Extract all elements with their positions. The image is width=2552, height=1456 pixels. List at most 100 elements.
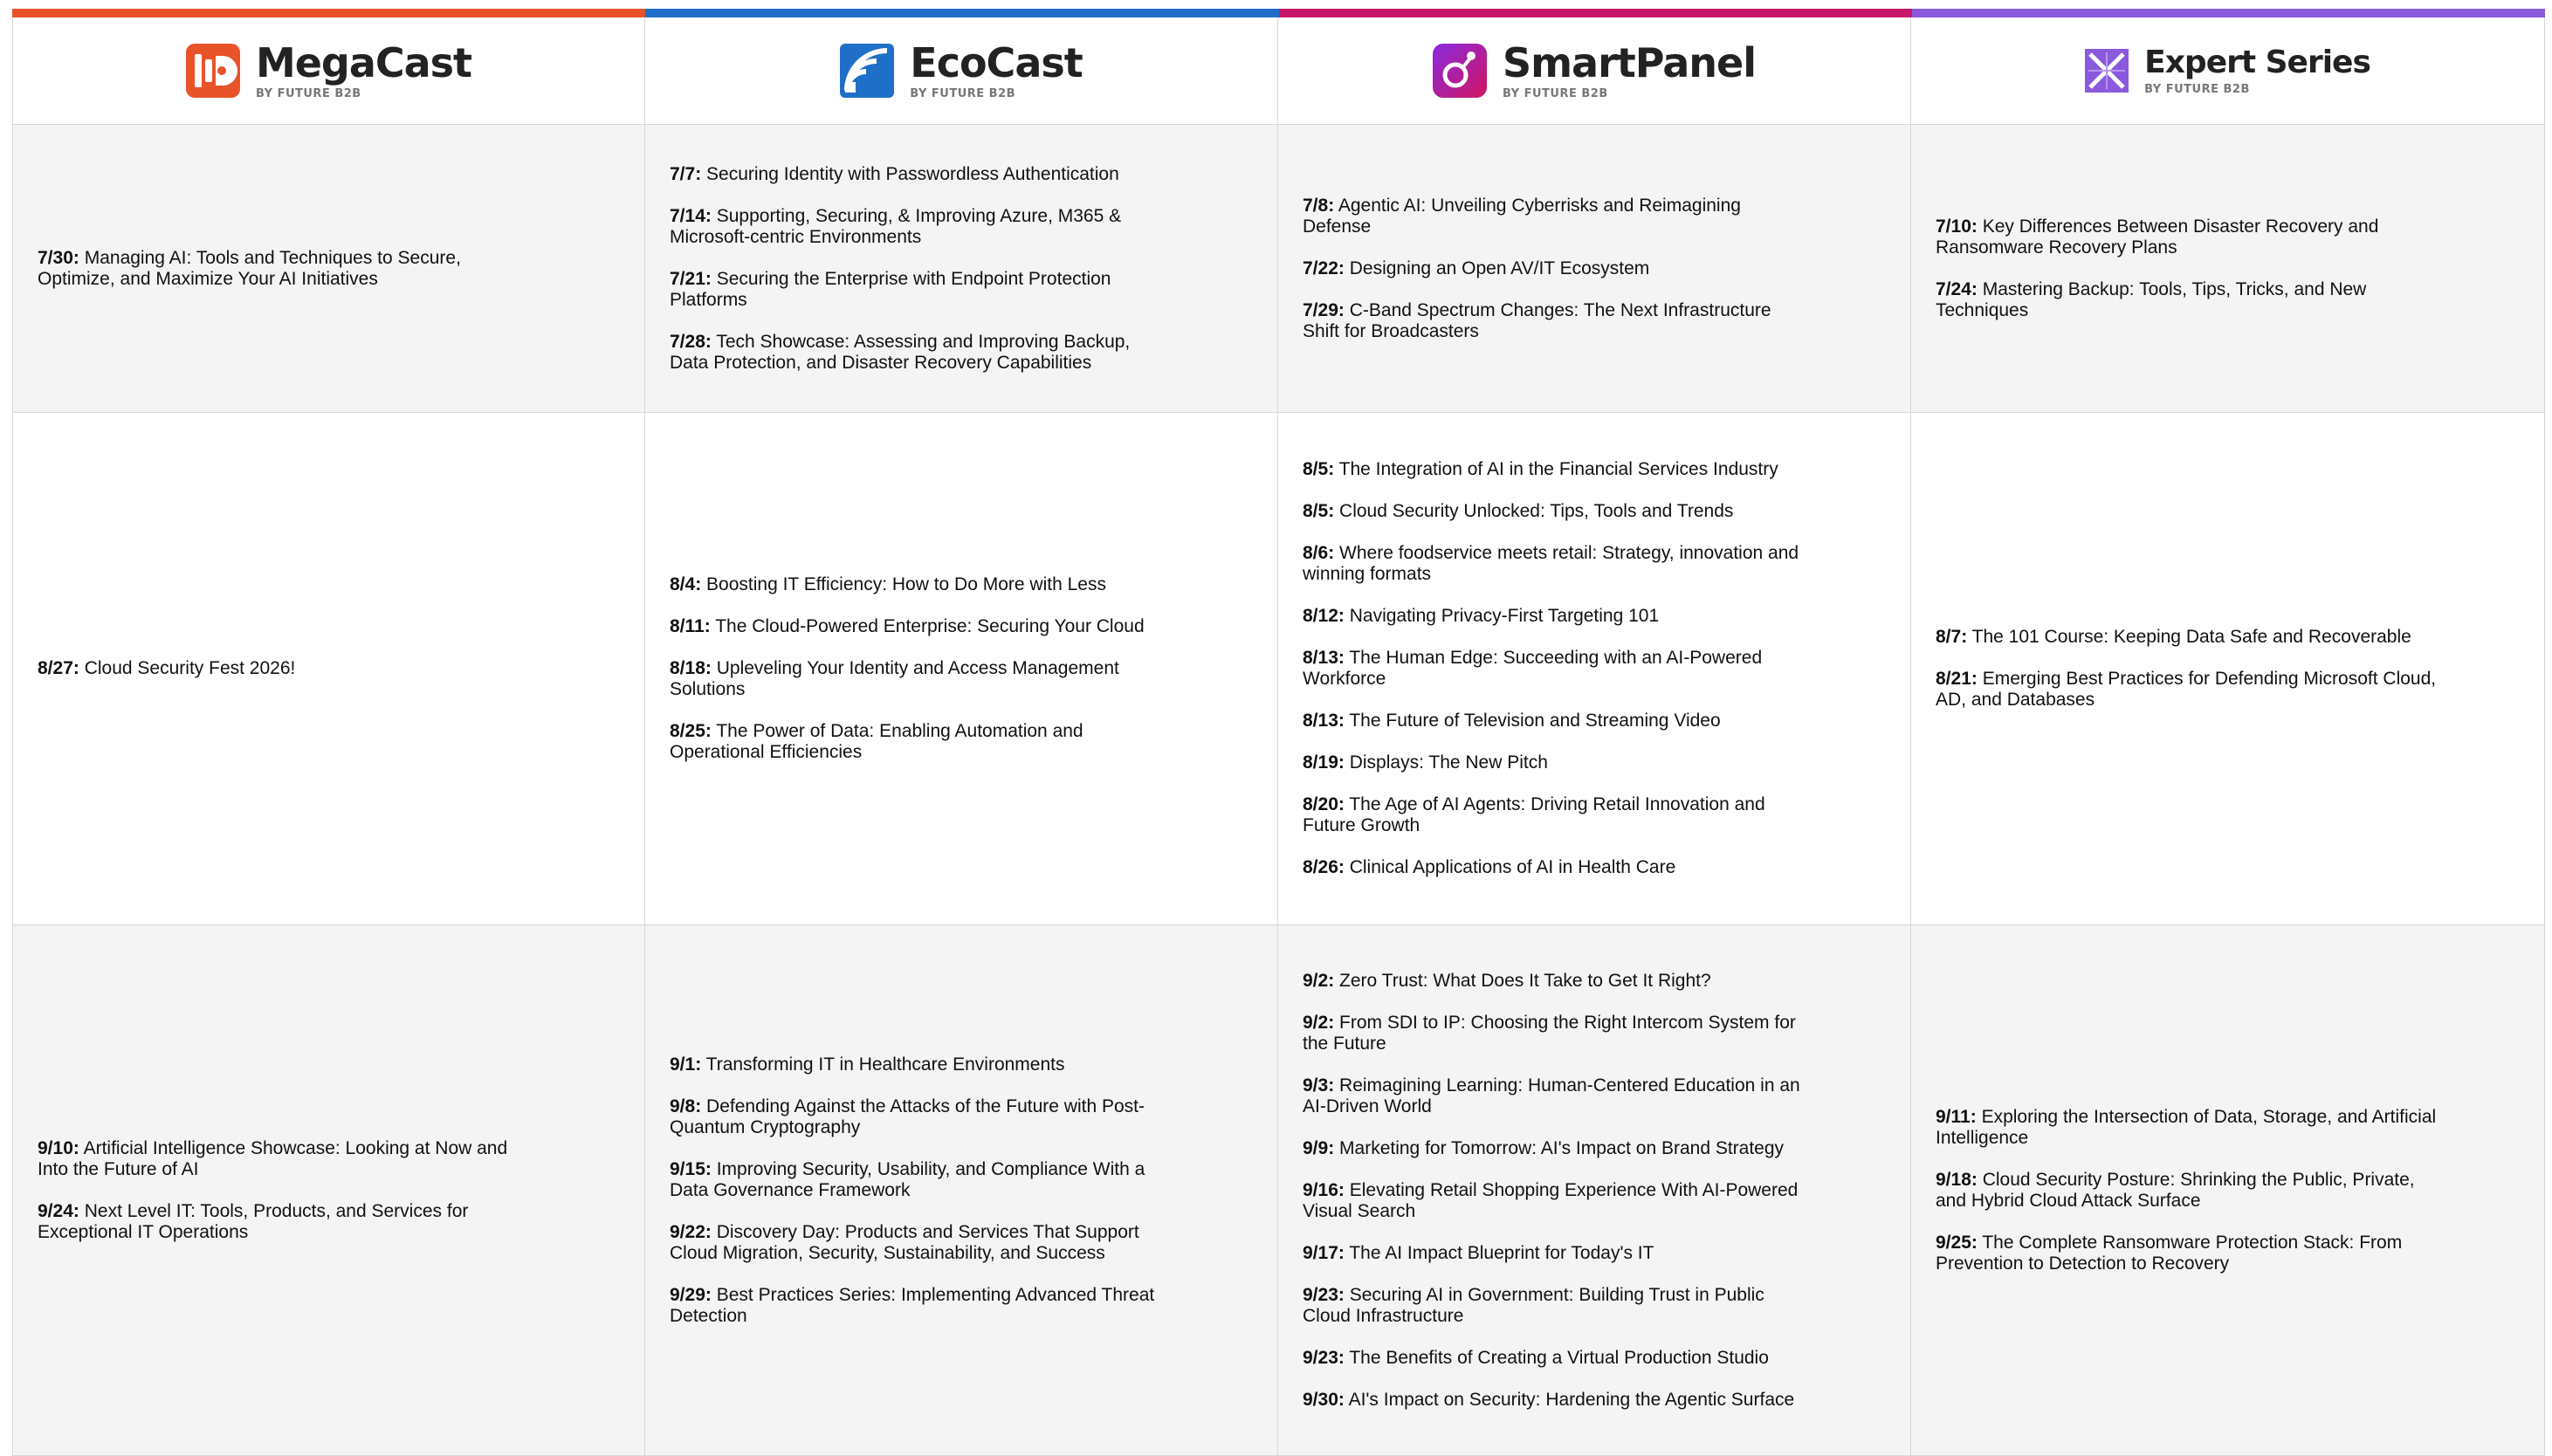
event-date: 9/1: [670, 1054, 702, 1075]
smartpanel-events-cell: 8/5: The Integration of AI in the Financ… [1278, 413, 1911, 925]
event-date: 8/6: [1303, 543, 1335, 563]
event-title: Tech Showcase: Assessing and Improving B… [670, 331, 1131, 373]
event-date: 7/21: [670, 268, 712, 289]
expert-series-color-strip [1911, 9, 2545, 17]
event-date: 8/5: [1303, 459, 1335, 479]
event-date: 9/23: [1303, 1284, 1345, 1305]
event-date: 9/2: [1303, 1012, 1335, 1033]
event-date: 9/3: [1303, 1075, 1335, 1095]
event-date: 9/29: [670, 1284, 712, 1305]
event-item: 9/22: Discovery Day: Products and Servic… [670, 1222, 1173, 1264]
event-date: 9/18: [1936, 1169, 1978, 1190]
event-title: Securing the Enterprise with Endpoint Pr… [670, 268, 1111, 310]
event-item: 7/30: Managing AI: Tools and Techniques … [38, 248, 540, 290]
event-title: The Cloud-Powered Enterprise: Securing Y… [715, 616, 1145, 636]
event-title: Cloud Security Fest 2026! [84, 658, 296, 678]
event-date: 7/30: [38, 247, 79, 268]
event-item: 8/11: The Cloud-Powered Enterprise: Secu… [670, 616, 1173, 637]
event-title: Next Level IT: Tools, Products, and Serv… [38, 1200, 469, 1242]
event-date: 8/7: [1936, 627, 1968, 647]
ecocast-logo-icon [840, 44, 895, 98]
event-date: 8/27: [38, 658, 79, 678]
event-item: 9/25: The Complete Ransomware Protection… [1936, 1233, 2439, 1274]
event-date: 8/13: [1303, 648, 1345, 668]
event-item: 9/23: Securing AI in Government: Buildin… [1303, 1285, 1806, 1327]
event-title: From SDI to IP: Choosing the Right Inter… [1303, 1012, 1796, 1054]
event-item: 8/5: The Integration of AI in the Financ… [1303, 459, 1806, 480]
event-item: 7/28: Tech Showcase: Assessing and Impro… [670, 332, 1173, 374]
expert-series-events-cell: 9/11: Exploring the Intersection of Data… [1911, 925, 2545, 1456]
event-date: 8/4: [670, 574, 702, 594]
event-date: 9/22: [670, 1221, 712, 1242]
event-date: 7/14: [670, 205, 712, 226]
event-title: The Human Edge: Succeeding with an AI-Po… [1303, 648, 1763, 689]
event-item: 9/9: Marketing for Tomorrow: AI's Impact… [1303, 1138, 1806, 1159]
megacast-events-cell: 9/10: Artificial Intelligence Showcase: … [12, 925, 645, 1456]
smartpanel-brand: SmartPanel BY FUTURE B2B [1432, 38, 1757, 100]
event-item: 8/13: The Future of Television and Strea… [1303, 711, 1806, 731]
smartpanel-events-cell: 7/8: Agentic AI: Unveiling Cyberrisks an… [1278, 125, 1911, 413]
event-item: 7/24: Mastering Backup: Tools, Tips, Tri… [1936, 279, 2439, 321]
event-item: 9/8: Defending Against the Attacks of th… [670, 1096, 1173, 1138]
event-title: The AI Impact Blueprint for Today's IT [1349, 1242, 1654, 1263]
event-title: Cloud Security Unlocked: Tips, Tools and… [1339, 501, 1734, 521]
event-date: 9/24: [38, 1200, 79, 1221]
event-date: 9/15: [670, 1158, 712, 1179]
event-title: Securing AI in Government: Building Trus… [1303, 1284, 1764, 1326]
event-item: 8/6: Where foodservice meets retail: Str… [1303, 543, 1806, 585]
event-title: AI's Impact on Security: Hardening the A… [1348, 1389, 1795, 1410]
event-item: 9/30: AI's Impact on Security: Hardening… [1303, 1390, 1806, 1411]
megacast-color-strip [12, 9, 646, 17]
event-title: Supporting, Securing, & Improving Azure,… [670, 205, 1122, 247]
expert-series-brand-sub: BY FUTURE B2B [2144, 82, 2250, 96]
event-date: 7/10: [1936, 216, 1978, 237]
header-smartpanel: SmartPanel BY FUTURE B2B [1278, 9, 1911, 125]
megacast-brand-sub: BY FUTURE B2B [255, 86, 361, 100]
event-title: Managing AI: Tools and Techniques to Sec… [38, 247, 461, 289]
event-title: Marketing for Tomorrow: AI's Impact on B… [1339, 1137, 1785, 1158]
ecocast-events-cell: 8/4: Boosting IT Efficiency: How to Do M… [645, 413, 1278, 925]
smartpanel-brand-name: SmartPanel [1502, 38, 1757, 86]
expert-series-events-cell: 8/7: The 101 Course: Keeping Data Safe a… [1911, 413, 2545, 925]
event-item: 7/8: Agentic AI: Unveiling Cyberrisks an… [1303, 196, 1806, 237]
smartpanel-color-strip [1278, 9, 1912, 17]
event-date: 8/12: [1303, 606, 1345, 626]
header-expert-series: Expert Series BY FUTURE B2B [1911, 9, 2545, 125]
event-calendar-grid: MegaCast BY FUTURE B2B EcoCast BY FUTURE… [12, 9, 2545, 1456]
event-item: 9/24: Next Level IT: Tools, Products, an… [38, 1201, 540, 1243]
event-item: 9/18: Cloud Security Posture: Shrinking … [1936, 1170, 2439, 1212]
event-item: 9/23: The Benefits of Creating a Virtual… [1303, 1348, 1806, 1369]
event-title: Boosting IT Efficiency: How to Do More w… [706, 574, 1106, 594]
event-item: 7/14: Supporting, Securing, & Improving … [670, 206, 1173, 248]
megacast-events-cell: 7/30: Managing AI: Tools and Techniques … [12, 125, 645, 413]
event-item: 8/19: Displays: The New Pitch [1303, 752, 1806, 773]
ecocast-brand-name: EcoCast [910, 38, 1083, 86]
event-date: 9/8: [670, 1095, 702, 1116]
event-title: Defending Against the Attacks of the Fut… [670, 1095, 1145, 1137]
smartpanel-brand-sub: BY FUTURE B2B [1502, 86, 1608, 100]
ecocast-brand: EcoCast BY FUTURE B2B [840, 38, 1083, 100]
smartpanel-events-cell: 9/2: Zero Trust: What Does It Take to Ge… [1278, 925, 1911, 1456]
event-title: Reimagining Learning: Human-Centered Edu… [1303, 1075, 1800, 1116]
event-item: 9/3: Reimagining Learning: Human-Centere… [1303, 1075, 1806, 1117]
event-item: 7/7: Securing Identity with Passwordless… [670, 164, 1173, 185]
event-title: Displays: The New Pitch [1349, 752, 1548, 773]
event-date: 8/19: [1303, 752, 1345, 773]
event-title: The 101 Course: Keeping Data Safe and Re… [1971, 627, 2411, 647]
event-item: 8/4: Boosting IT Efficiency: How to Do M… [670, 574, 1173, 595]
brand-color-bar [12, 9, 2545, 17]
event-title: Mastering Backup: Tools, Tips, Tricks, a… [1936, 278, 2367, 320]
event-item: 9/29: Best Practices Series: Implementin… [670, 1285, 1173, 1327]
event-title: Designing an Open AV/IT Ecosystem [1349, 258, 1650, 278]
event-title: The Integration of AI in the Financial S… [1338, 459, 1778, 479]
event-item: 9/1: Transforming IT in Healthcare Envir… [670, 1054, 1173, 1075]
event-date: 8/21: [1936, 669, 1978, 689]
event-title: Transforming IT in Healthcare Environmen… [705, 1054, 1065, 1075]
event-date: 9/9: [1303, 1137, 1335, 1158]
event-date: 7/28: [670, 331, 712, 352]
event-title: Agentic AI: Unveiling Cyberrisks and Rei… [1303, 195, 1741, 237]
event-item: 8/27: Cloud Security Fest 2026! [38, 658, 540, 679]
event-title: Best Practices Series: Implementing Adva… [670, 1284, 1155, 1326]
event-date: 8/13: [1303, 711, 1345, 731]
event-item: 9/17: The AI Impact Blueprint for Today'… [1303, 1243, 1806, 1264]
